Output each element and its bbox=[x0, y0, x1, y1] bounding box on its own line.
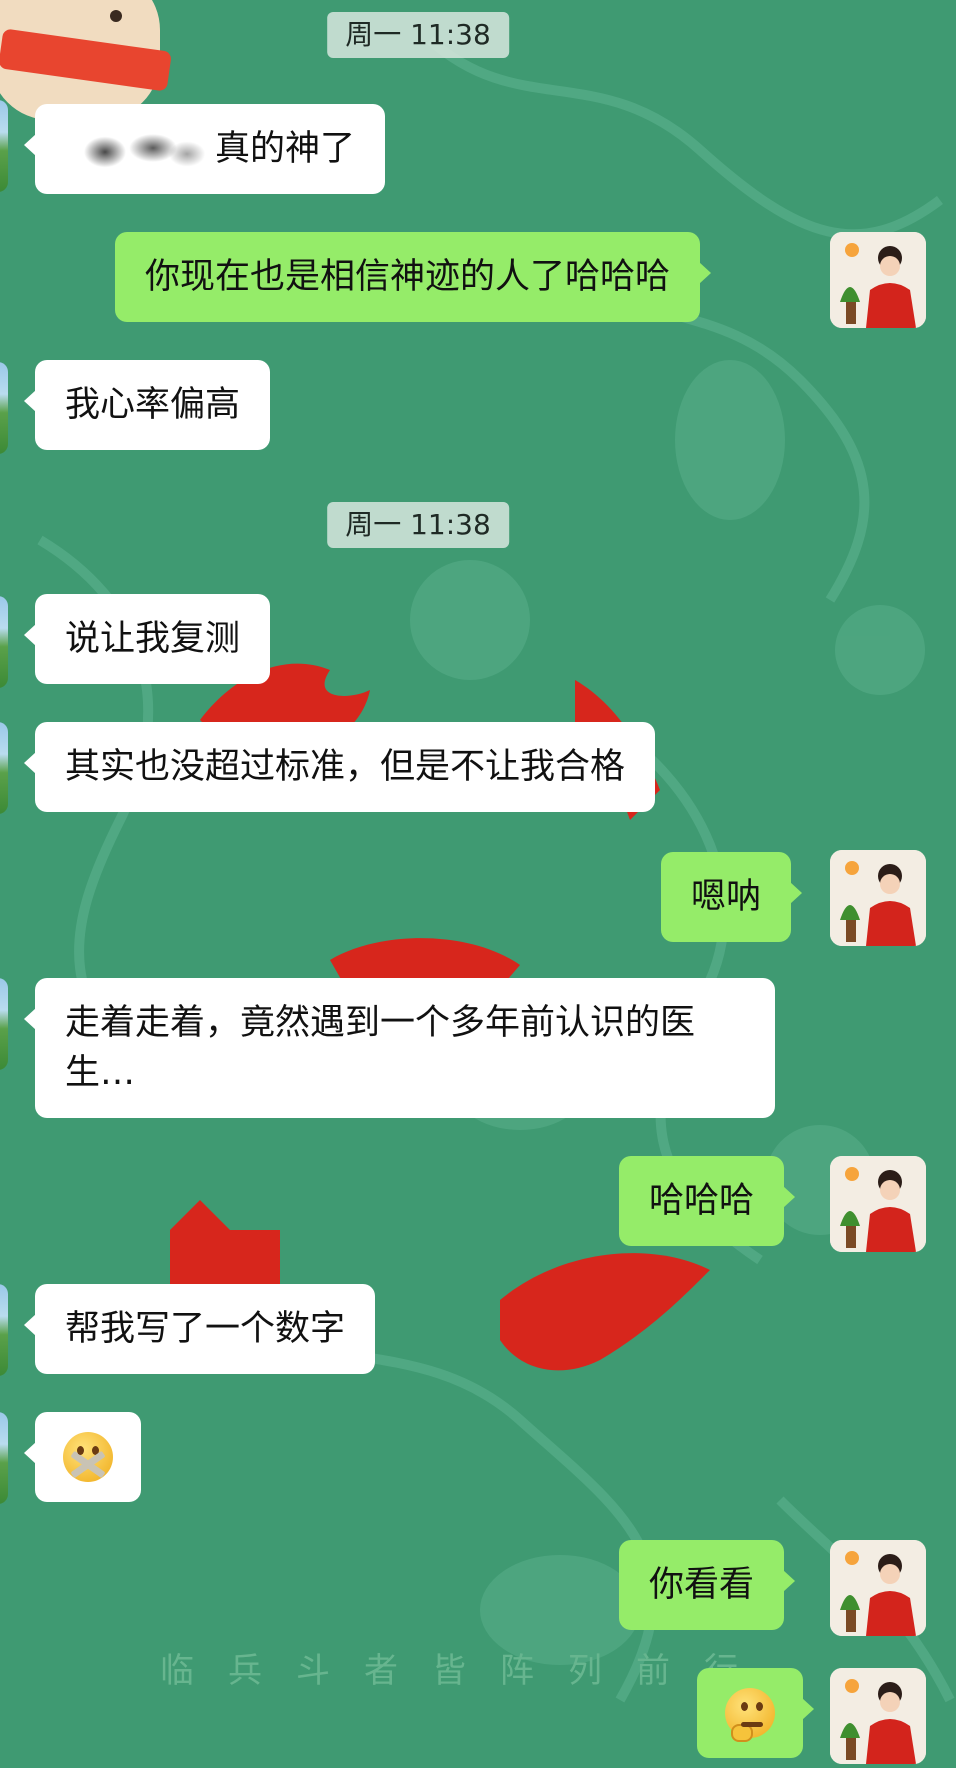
contact-avatar[interactable] bbox=[0, 722, 8, 814]
user-avatar[interactable] bbox=[830, 1668, 926, 1764]
message-text: 你现在也是相信神迹的人了哈哈哈 bbox=[145, 257, 671, 297]
user-avatar[interactable] bbox=[830, 850, 926, 946]
message-text: 帮我写了一个数字 bbox=[65, 1309, 346, 1349]
timestamp: 周一 11:38 bbox=[327, 12, 509, 58]
message-text: 真的神了 bbox=[215, 129, 356, 169]
message-bubble-incoming[interactable]: 其实也没超过标准，但是不让我合格 bbox=[23, 722, 656, 812]
message-bubble-outgoing[interactable] bbox=[697, 1668, 814, 1758]
message-bubble-outgoing[interactable]: 你现在也是相信神迹的人了哈哈哈 bbox=[115, 232, 712, 322]
message-bubble-incoming[interactable]: 走着走着，竟然遇到一个多年前认识的医生… bbox=[24, 978, 775, 1118]
timestamp: 周一 11:38 bbox=[327, 502, 509, 548]
message-bubble-incoming[interactable]: 帮我写了一个数字 bbox=[23, 1284, 376, 1374]
contact-avatar[interactable] bbox=[0, 1412, 8, 1504]
message-text: 我心率偏高 bbox=[65, 385, 241, 425]
message-text: 走着走着，竟然遇到一个多年前认识的医生… bbox=[65, 1003, 696, 1093]
message-bubble-outgoing[interactable]: 嗯呐 bbox=[661, 852, 803, 942]
message-bubble-outgoing[interactable]: 你看看 bbox=[619, 1540, 796, 1630]
contact-avatar[interactable] bbox=[0, 978, 8, 1070]
message-bubble-incoming[interactable] bbox=[24, 1412, 141, 1502]
contact-avatar[interactable] bbox=[0, 1284, 8, 1376]
chat-area[interactable]: 周一 11:38 周一 11:38 真的神了 你现在也是相信神迹的人了哈哈哈 我… bbox=[0, 0, 956, 1768]
message-text: 嗯呐 bbox=[691, 877, 762, 917]
zipped-mouth-emoji bbox=[63, 1432, 113, 1482]
message-bubble-incoming[interactable]: 我心率偏高 bbox=[23, 360, 271, 450]
message-bubble-incoming[interactable]: 说让我复测 bbox=[23, 594, 271, 684]
contact-avatar[interactable] bbox=[0, 362, 8, 454]
thinking-emoji bbox=[725, 1688, 775, 1742]
message-bubble-incoming[interactable]: 真的神了 bbox=[23, 104, 386, 194]
user-avatar[interactable] bbox=[830, 232, 926, 328]
message-bubble-outgoing[interactable]: 哈哈哈 bbox=[619, 1156, 796, 1246]
message-text: 其实也没超过标准，但是不让我合格 bbox=[65, 747, 626, 787]
message-text: 说让我复测 bbox=[65, 619, 241, 659]
message-text: 你看看 bbox=[649, 1565, 755, 1605]
user-avatar[interactable] bbox=[830, 1156, 926, 1252]
message-text: 哈哈哈 bbox=[649, 1181, 755, 1221]
redacted-name bbox=[65, 124, 215, 174]
contact-avatar[interactable] bbox=[0, 596, 8, 688]
user-avatar[interactable] bbox=[830, 1540, 926, 1636]
